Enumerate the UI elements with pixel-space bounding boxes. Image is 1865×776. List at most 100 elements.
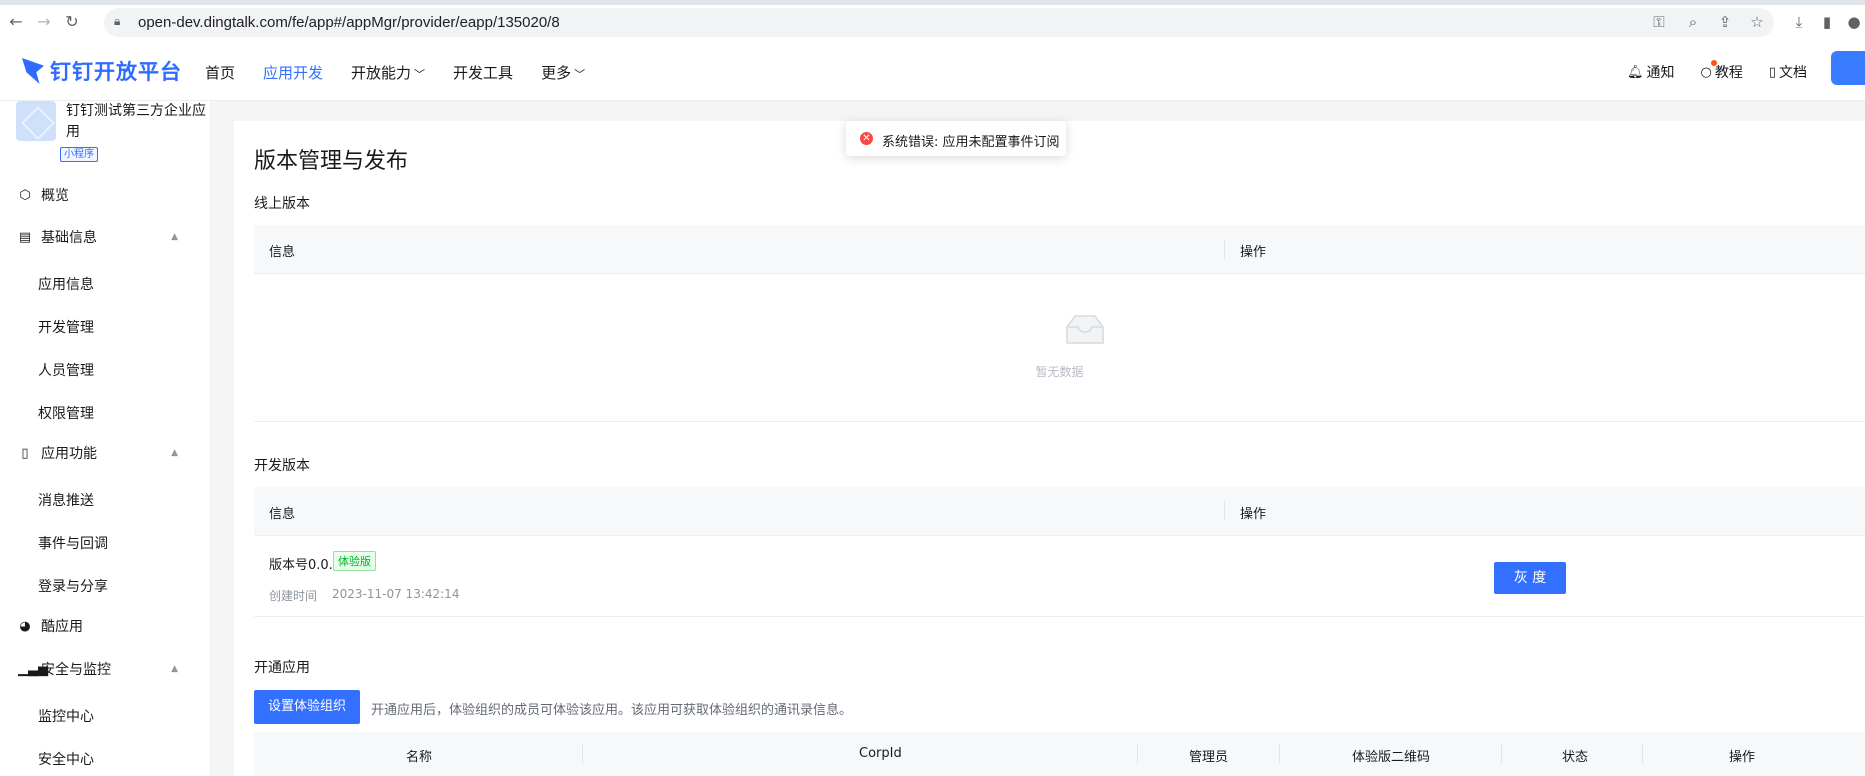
caret-up-icon: ▲ (171, 664, 178, 674)
sidebar-item-overview[interactable]: ⬡ 概览 (0, 177, 210, 213)
zoom-icon[interactable]: ⌕ (1684, 13, 1702, 31)
page-title: 版本管理与发布 (254, 149, 409, 174)
sidebar-group-security[interactable]: ▁▃▅ 安全与监控 ▲ (0, 651, 210, 687)
sidebar-item-label: 概览 (41, 188, 69, 204)
sidebar-item-people-manage[interactable]: 人员管理 (38, 360, 94, 380)
cube-icon: ⬡ (19, 187, 31, 203)
sidebar-group-app-features[interactable]: ▯ 应用功能 ▲ (0, 435, 210, 471)
sidebar-item-permission-manage[interactable]: 权限管理 (38, 403, 94, 423)
app-type-badge: 小程序 (60, 147, 98, 162)
star-icon[interactable]: ☆ (1748, 13, 1766, 31)
reload-icon[interactable]: ↻ (62, 12, 82, 32)
column-divider (1224, 239, 1225, 259)
profile-icon[interactable]: ● (1845, 13, 1863, 31)
dev-version-row: 版本号0.0.1 体验版 创建时间 2023-11-07 13:42:14 灰 … (254, 536, 1865, 617)
dingtalk-logo-icon (22, 58, 44, 84)
menu-dev-tools[interactable]: 开发工具 (453, 62, 513, 83)
address-bar[interactable]: 🔒︎ open-dev.dingtalk.com/fe/app#/appMgr/… (104, 8, 1774, 37)
menu-app-dev[interactable]: 应用开发 (263, 62, 323, 83)
lock-icon[interactable]: 🔒︎ (114, 14, 120, 29)
url-text[interactable]: open-dev.dingtalk.com/fe/app#/appMgr/pro… (138, 14, 560, 31)
back-icon[interactable]: ← (6, 12, 26, 32)
column-header-status: 状态 (1562, 750, 1589, 765)
sidebar-item-monitor-center[interactable]: 监控中心 (38, 706, 94, 726)
bar-chart-icon: ▁▃▅ (18, 661, 48, 677)
browser-toolbar: ← → ↻ 🔒︎ open-dev.dingtalk.com/fe/app#/a… (0, 0, 1865, 45)
document-icon: ▤ (18, 229, 32, 245)
empty-text: 暂无数据 (1035, 365, 1084, 379)
tutorial-label: 教程 (1714, 65, 1743, 81)
column-header-corpid: CorpId (859, 746, 902, 761)
error-toast: ✕ 系统错误: 应用未配置事件订阅 (846, 121, 1066, 156)
dev-table-header: 信息 操作 (254, 487, 1865, 536)
sidebar-item-message-push[interactable]: 消息推送 (38, 490, 94, 510)
chevron-down-icon: ﹀ (574, 68, 586, 81)
main-content: 版本管理与发布 线上版本 信息 操作 暂无数据 开发版本 信息 操作 版本号0.… (234, 121, 1865, 776)
column-header-info: 信息 (269, 507, 296, 522)
sidebar-group-label: 应用功能 (41, 446, 97, 462)
key-icon[interactable]: ⚿ (1650, 13, 1668, 31)
column-divider (1279, 744, 1280, 764)
sidebar-item-dev-manage[interactable]: 开发管理 (38, 317, 94, 337)
header-right: 🔔︎ 通知 ○ 教程 ▯ 文档 (1601, 60, 1807, 82)
gray-release-button[interactable]: 灰 度 (1494, 562, 1566, 594)
column-header-name: 名称 (406, 750, 433, 765)
sidepanel-icon[interactable]: ▮ (1818, 13, 1836, 31)
chevron-down-icon: ﹀ (414, 68, 426, 81)
caret-up-icon: ▲ (171, 448, 178, 458)
forward-icon[interactable]: → (34, 12, 54, 32)
open-app-title: 开通应用 (254, 660, 310, 676)
open-app-hint: 开通应用后，体验组织的成员可体验该应用。该应用可获取体验组织的通讯录信息。 (371, 703, 853, 718)
logo-text: 钉钉开放平台 (50, 60, 182, 84)
menu-open-capability-label: 开放能力 (351, 64, 412, 82)
logo[interactable]: 钉钉开放平台 (22, 56, 182, 86)
created-label: 创建时间 (269, 589, 318, 603)
error-icon: ✕ (860, 132, 873, 145)
bulb-icon: ○ (1700, 64, 1712, 80)
org-table-header: 名称 CorpId 管理员 体验版二维码 状态 操作 (254, 732, 1865, 776)
docs-label: 文档 (1779, 65, 1807, 81)
sidebar-group-cool-app[interactable]: ◕ 酷应用 (0, 608, 210, 644)
online-table-header: 信息 操作 (254, 225, 1865, 274)
column-divider (582, 744, 583, 764)
app-header: 钉钉开放平台 首页 应用开发 开放能力 ﹀ 开发工具 更多 ﹀ 🔔︎ 通知 ○ 教程 ▯… (0, 44, 1865, 101)
online-version-title: 线上版本 (254, 196, 310, 212)
experience-tag: 体验版 (333, 551, 376, 571)
sidebar-group-basic-info[interactable]: ▤ 基础信息 ▲ (0, 219, 210, 255)
app-name: 钉钉测试第三方企业应用 (66, 103, 206, 140)
unread-dot (1710, 60, 1717, 66)
app-card: 钉钉测试第三方企业应用 小程序 (16, 101, 206, 165)
sidebar-item-login-share[interactable]: 登录与分享 (38, 576, 108, 596)
sidebar-item-security-center[interactable]: 安全中心 (38, 749, 94, 769)
assistant-icon[interactable] (1831, 51, 1865, 85)
notify-link[interactable]: 🔔︎ 通知 (1627, 62, 1675, 82)
phone-icon: ▯ (21, 445, 29, 461)
share-icon[interactable]: ⇪ (1716, 13, 1734, 31)
download-icon[interactable]: ⤓ (1790, 13, 1808, 31)
tab-strip (0, 0, 1865, 5)
column-header-admin: 管理员 (1189, 750, 1229, 765)
column-divider (1224, 501, 1225, 521)
caret-up-icon: ▲ (171, 232, 178, 242)
column-header-info: 信息 (269, 245, 296, 260)
column-header-qrcode: 体验版二维码 (1352, 750, 1431, 765)
tutorial-link[interactable]: ○ 教程 (1700, 60, 1743, 82)
app-logo (16, 101, 56, 141)
column-header-action: 操作 (1729, 750, 1756, 765)
sidebar-item-events-callback[interactable]: 事件与回调 (38, 533, 108, 553)
column-divider (1501, 744, 1502, 764)
book-icon: ▯ (1768, 64, 1776, 80)
column-divider (1642, 744, 1643, 764)
online-empty-state: 暂无数据 (254, 273, 1865, 422)
set-experience-org-button[interactable]: 设置体验组织 (254, 690, 360, 724)
sidebar-group-label: 基础信息 (41, 230, 97, 246)
top-menu: 首页 应用开发 开放能力 ﹀ 开发工具 更多 ﹀ (205, 62, 613, 83)
app-logo-mark-icon (21, 106, 55, 140)
empty-inbox-icon (1066, 315, 1104, 344)
docs-link[interactable]: ▯ 文档 (1769, 62, 1807, 82)
menu-open-capability[interactable]: 开放能力 ﹀ (351, 62, 425, 83)
menu-home[interactable]: 首页 (205, 62, 235, 83)
menu-more-label: 更多 (541, 64, 572, 82)
sidebar-item-app-info[interactable]: 应用信息 (38, 274, 94, 294)
menu-more[interactable]: 更多 ﹀ (541, 62, 585, 83)
